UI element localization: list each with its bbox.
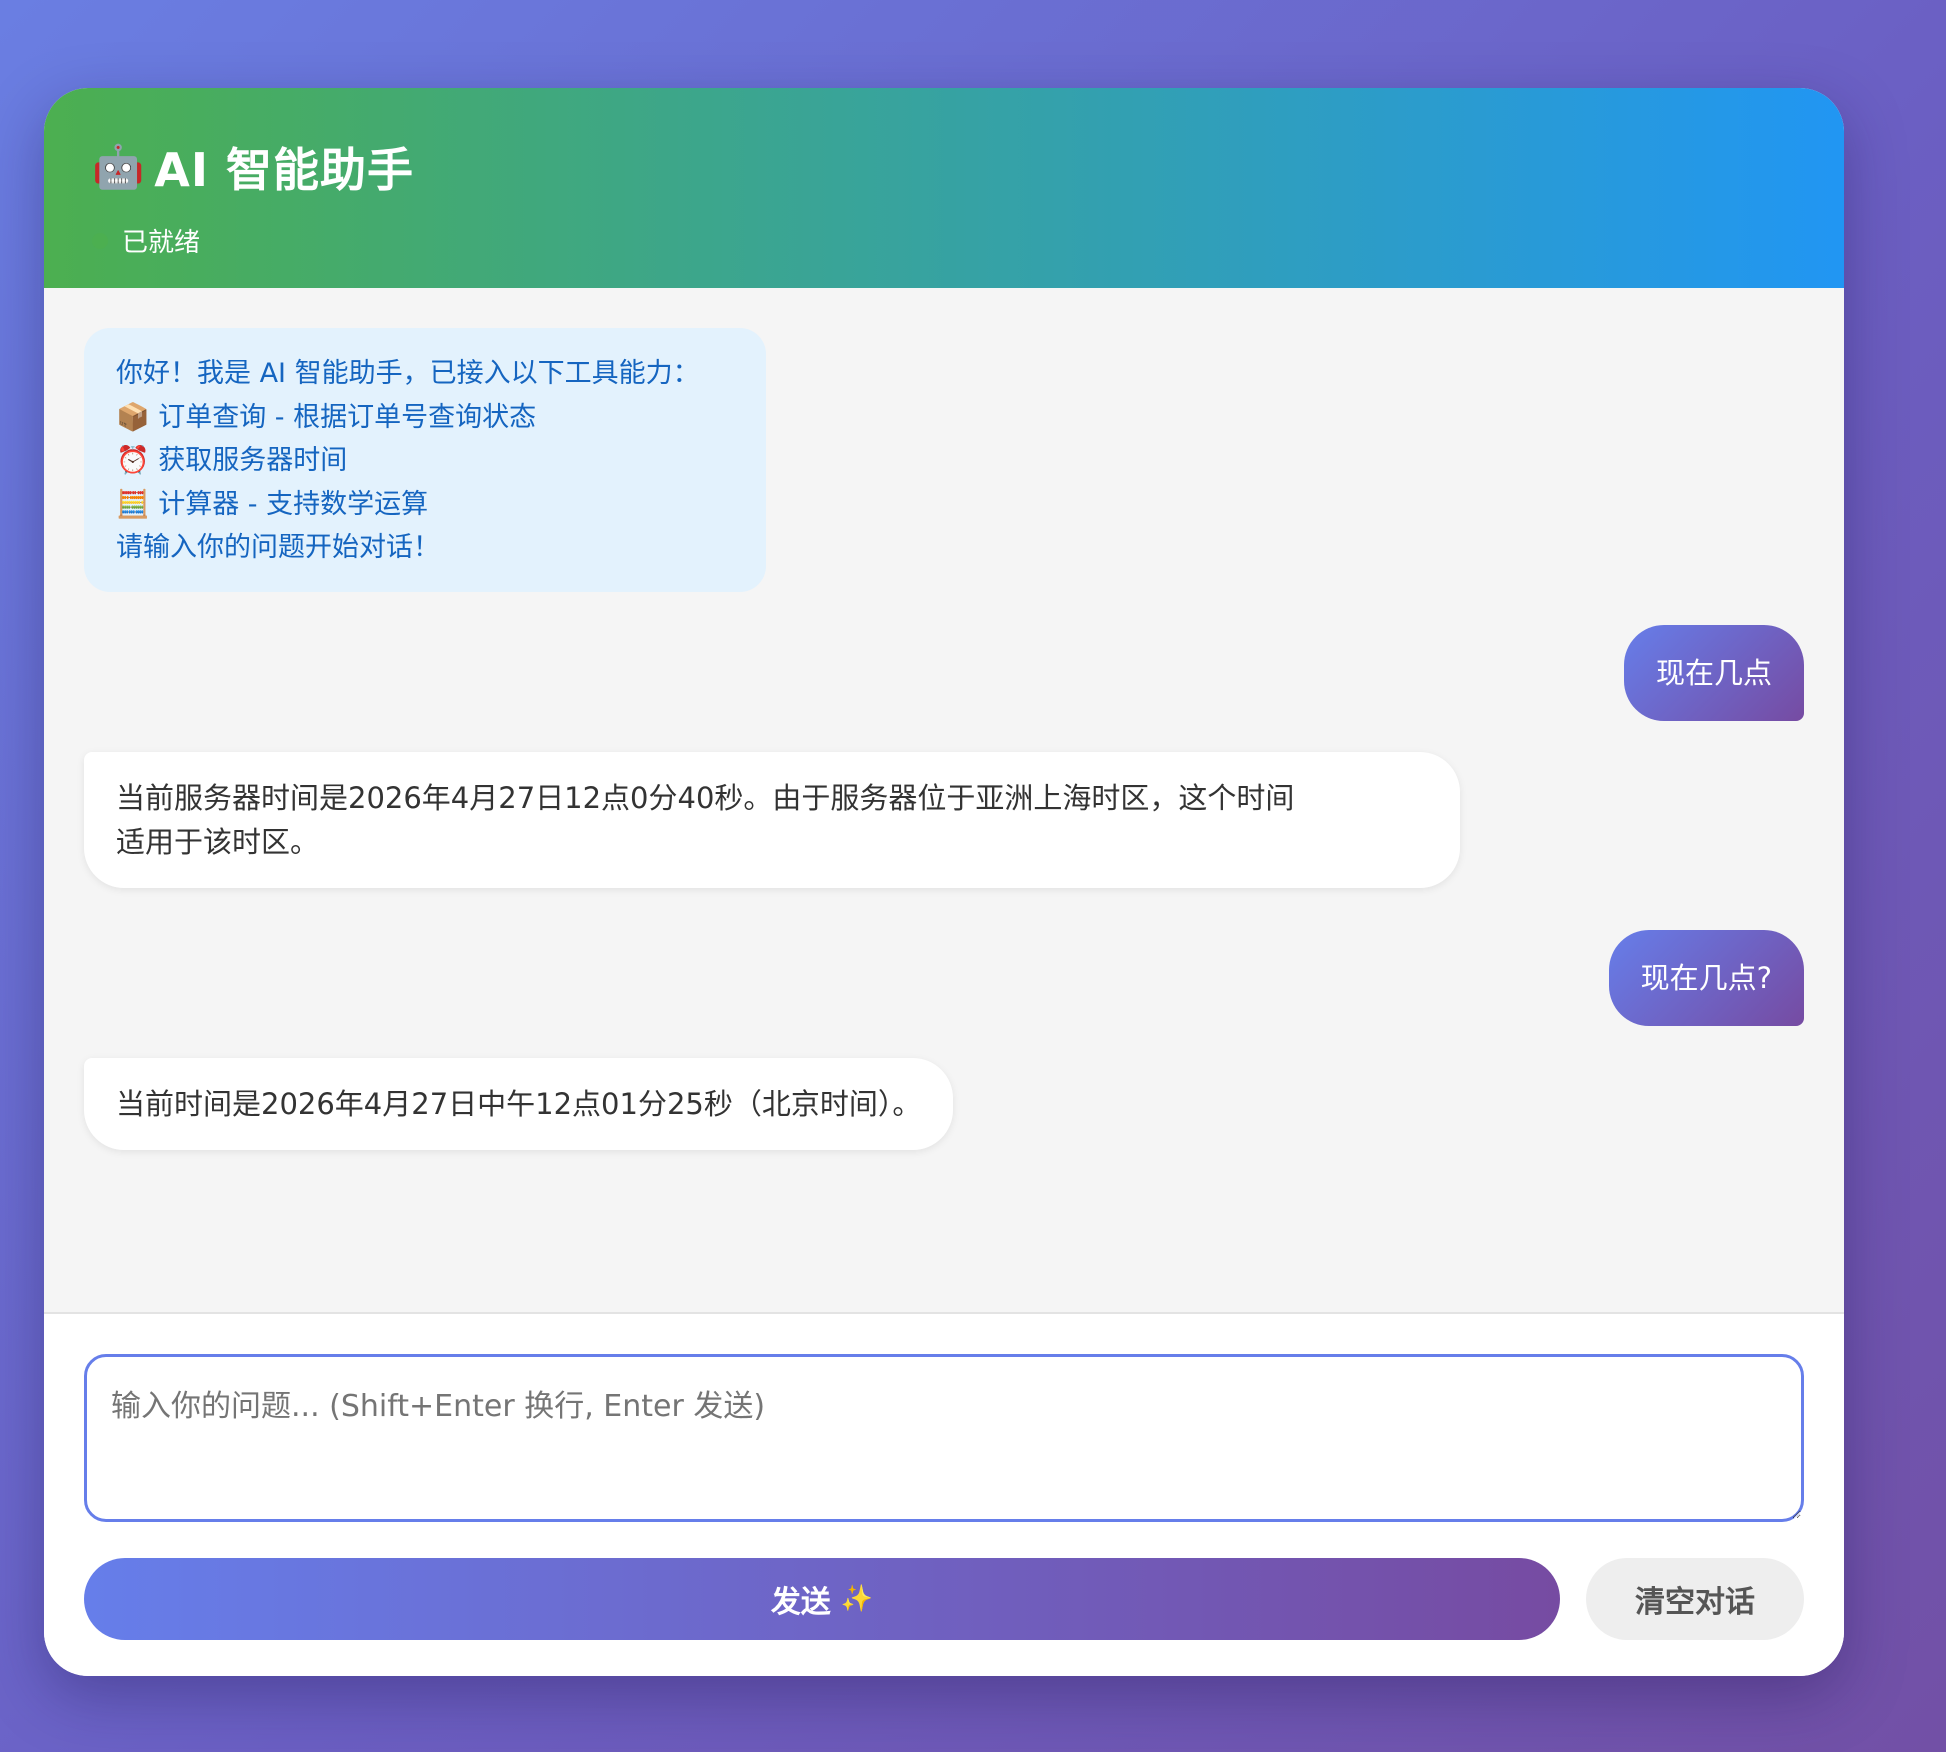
chat-input[interactable] bbox=[84, 1354, 1804, 1522]
bot-message: 当前服务器时间是2026年4月27日12点0分40秒。由于服务器位于亚洲上海时区… bbox=[84, 752, 1460, 888]
chat-header: 🤖 AI 智能助手 已就绪 bbox=[44, 88, 1844, 288]
chat-window: 🤖 AI 智能助手 已就绪 你好！我是 AI 智能助手，已接入以下工具能力： 📦… bbox=[44, 88, 1844, 1676]
welcome-line: 你好！我是 AI 智能助手，已接入以下工具能力： bbox=[116, 358, 700, 389]
sparkle-icon: ✨ bbox=[840, 1584, 874, 1614]
welcome-line: 🧮 计算器 - 支持数学运算 bbox=[116, 488, 429, 520]
welcome-line: ⏰ 获取服务器时间 bbox=[116, 445, 348, 476]
status-indicator: 已就绪 bbox=[92, 222, 1796, 259]
bot-message-line: 当前服务器时间是2026年4月27日12点0分40秒。由于服务器位于亚洲上海时区… bbox=[116, 781, 1295, 815]
user-message: 现在几点? bbox=[1608, 930, 1804, 1026]
robot-icon: 🤖 bbox=[92, 142, 145, 191]
clear-chat-button[interactable]: 清空对话 bbox=[1586, 1558, 1804, 1640]
page-title: AI 智能助手 bbox=[154, 143, 415, 197]
welcome-message: 你好！我是 AI 智能助手，已接入以下工具能力： 📦 订单查询 - 根据订单号查… bbox=[84, 328, 766, 592]
status-dot-icon bbox=[92, 232, 108, 249]
input-area: 发送 ✨ 清空对话 bbox=[44, 1312, 1844, 1676]
welcome-line: 请输入你的问题开始对话！ bbox=[116, 532, 440, 563]
bot-message-line: 适用于该时区。 bbox=[116, 825, 320, 859]
user-message: 现在几点 bbox=[1623, 625, 1804, 721]
button-row: 发送 ✨ 清空对话 bbox=[84, 1558, 1804, 1640]
status-text: 已就绪 bbox=[122, 228, 201, 258]
message-list[interactable]: 你好！我是 AI 智能助手，已接入以下工具能力： 📦 订单查询 - 根据订单号查… bbox=[44, 288, 1844, 1312]
title-row: 🤖 AI 智能助手 bbox=[92, 134, 1796, 200]
welcome-line: 📦 订单查询 - 根据订单号查询状态 bbox=[116, 401, 537, 433]
send-button[interactable]: 发送 ✨ bbox=[84, 1558, 1560, 1640]
bot-message: 当前时间是2026年4月27日中午12点01分25秒（北京时间）。 bbox=[84, 1058, 954, 1150]
send-button-label: 发送 bbox=[770, 1585, 831, 1620]
